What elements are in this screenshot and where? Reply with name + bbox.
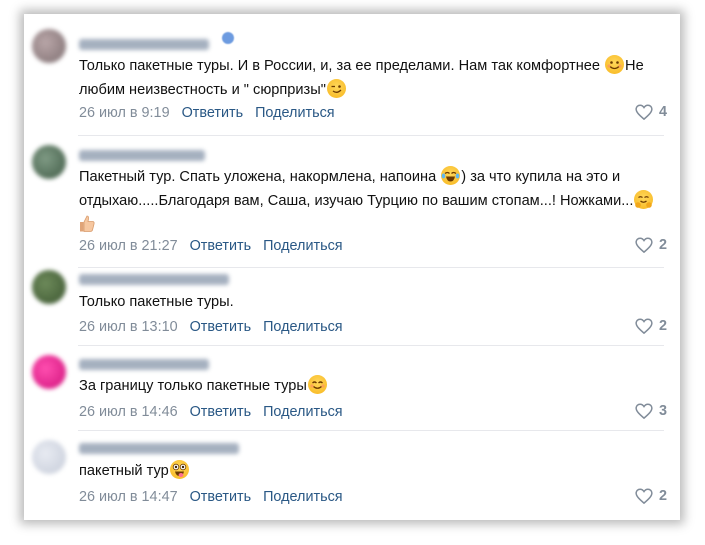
like-button[interactable]: 2 <box>635 488 667 504</box>
reply-link[interactable]: Ответить <box>190 319 252 335</box>
heart-icon <box>635 403 653 419</box>
divider <box>78 267 664 268</box>
share-link[interactable]: Поделиться <box>263 238 342 254</box>
avatar[interactable] <box>32 355 66 389</box>
comment-text: пакетный тур <box>79 459 669 483</box>
like-count: 3 <box>658 403 667 419</box>
comment-date[interactable]: 26 июл в 13:10 <box>79 319 178 335</box>
author-name[interactable] <box>79 150 205 161</box>
heart-icon <box>635 104 653 120</box>
reply-link[interactable]: Ответить <box>182 105 244 121</box>
comment-text: За границу только пакетные туры <box>79 374 669 398</box>
zany-emoji-icon <box>169 460 189 479</box>
divider <box>78 430 664 431</box>
comment-meta: 26 июл в 9:19 Ответить Поделиться <box>79 105 335 121</box>
share-link[interactable]: Поделиться <box>255 105 334 121</box>
like-button[interactable]: 3 <box>635 403 667 419</box>
like-count: 2 <box>658 237 667 253</box>
like-button[interactable]: 2 <box>635 318 667 334</box>
comments-panel: Только пакетные туры. И в России, и, за … <box>24 14 680 520</box>
share-link[interactable]: Поделиться <box>263 319 342 335</box>
heart-icon <box>635 488 653 504</box>
heart-icon <box>635 237 653 253</box>
comment-date[interactable]: 26 июл в 14:47 <box>79 489 178 505</box>
comment-date[interactable]: 26 июл в 9:19 <box>79 105 170 121</box>
like-count: 4 <box>658 104 667 120</box>
author-name[interactable] <box>79 443 239 454</box>
comment-text: Пакетный тур. Спать уложена, накормлена,… <box>79 165 669 237</box>
like-count: 2 <box>658 318 667 334</box>
hugging-emoji-icon <box>634 190 654 209</box>
thumbs-up-icon <box>79 214 95 233</box>
author-name[interactable] <box>79 359 209 370</box>
comment-text: Только пакетные туры. <box>79 294 234 310</box>
comment-date[interactable]: 26 июл в 14:46 <box>79 404 178 420</box>
comment-text: Только пакетные туры. И в России, и, за … <box>79 54 669 102</box>
comment-meta: 26 июл в 13:10 Ответить Поделиться <box>79 319 343 335</box>
author-name[interactable] <box>79 39 209 50</box>
like-button[interactable]: 2 <box>635 237 667 253</box>
share-link[interactable]: Поделиться <box>263 404 342 420</box>
smiling-emoji-icon <box>605 55 625 74</box>
reply-link[interactable]: Ответить <box>190 238 252 254</box>
avatar[interactable] <box>32 270 66 304</box>
tears-of-joy-emoji-icon <box>441 166 461 185</box>
comment-meta: 26 июл в 14:47 Ответить Поделиться <box>79 489 343 505</box>
comment-meta: 26 июл в 21:27 Ответить Поделиться <box>79 238 343 254</box>
reply-link[interactable]: Ответить <box>190 489 252 505</box>
like-count: 2 <box>658 488 667 504</box>
verified-icon <box>222 32 234 44</box>
comment-date[interactable]: 26 июл в 21:27 <box>79 238 178 254</box>
share-link[interactable]: Поделиться <box>263 489 342 505</box>
divider <box>78 135 664 136</box>
reply-link[interactable]: Ответить <box>190 404 252 420</box>
avatar[interactable] <box>32 145 66 179</box>
author-name[interactable] <box>79 274 229 285</box>
avatar[interactable] <box>32 29 66 63</box>
comment-meta: 26 июл в 14:46 Ответить Поделиться <box>79 404 343 420</box>
heart-icon <box>635 318 653 334</box>
smiling-emoji-icon <box>307 375 327 394</box>
like-button[interactable]: 4 <box>635 104 667 120</box>
divider <box>78 345 664 346</box>
winking-emoji-icon <box>326 79 346 98</box>
avatar[interactable] <box>32 440 66 474</box>
